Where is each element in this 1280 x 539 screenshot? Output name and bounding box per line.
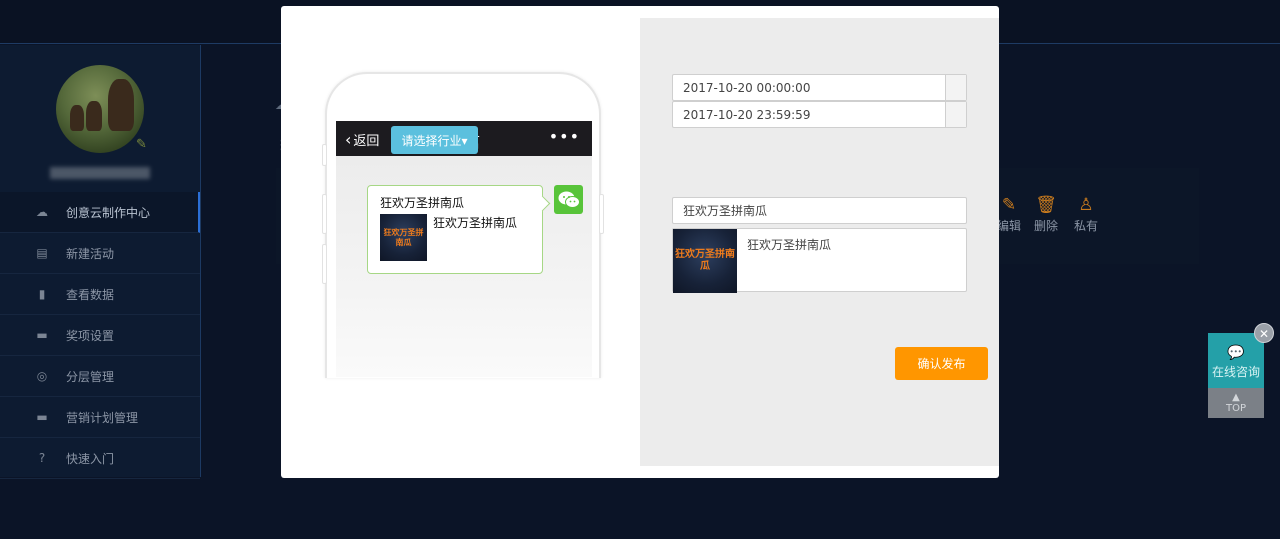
sidebar-item-prize-settings[interactable]: ▬ 奖项设置 xyxy=(0,315,200,356)
chat-bubble-icon: 💬 xyxy=(1227,345,1245,361)
message-title: 狂欢万圣拼南瓜 xyxy=(380,196,465,210)
phone-side-button xyxy=(322,144,327,166)
online-consult-button[interactable]: 💬 在线咨询 xyxy=(1208,333,1264,388)
wechat-glyph xyxy=(558,191,580,208)
message-description: 狂欢万圣拼南瓜 xyxy=(433,216,518,230)
end-time-value: 2017-10-20 23:59:59 xyxy=(683,107,811,122)
start-time-value: 2017-10-20 00:00:00 xyxy=(683,80,811,95)
share-image-thumbnail[interactable]: 狂欢万圣拼南瓜 xyxy=(673,229,737,293)
select-industry-label: 请选择行业▾ xyxy=(401,133,468,148)
close-consult-button[interactable]: ✕ xyxy=(1254,323,1274,343)
select-industry-button[interactable]: 请选择行业▾ xyxy=(391,126,478,154)
phone-side-button xyxy=(599,194,604,234)
arrow-up-icon: ▲ xyxy=(1232,392,1240,403)
delete-action[interactable]: 🗑 删除 xyxy=(1026,195,1066,234)
username-blurred xyxy=(50,167,150,179)
phone-side-button xyxy=(322,244,327,284)
briefcase-icon: ▬ xyxy=(36,410,48,424)
back-to-top-button[interactable]: ▲ TOP xyxy=(1208,388,1264,418)
sidebar-item-label: 奖项设置 xyxy=(66,328,115,343)
avatar-bear xyxy=(86,101,102,131)
sidebar-item-marketing-plan[interactable]: ▬ 营销计划管理 xyxy=(0,397,200,438)
edit-action-label: 编辑 xyxy=(996,219,1021,233)
question-circle-icon: ? xyxy=(38,451,46,465)
award-icon: ◎ xyxy=(36,369,48,383)
wechat-logo-icon xyxy=(554,185,583,214)
clipboard-icon: ▤ xyxy=(36,246,48,260)
share-title-value: 狂欢万圣拼南瓜 xyxy=(683,204,768,218)
avatar[interactable] xyxy=(56,65,144,153)
sidebar-item-label: 新建活动 xyxy=(66,246,115,261)
edit-avatar-icon[interactable]: ✎ xyxy=(136,137,147,152)
sidebar-item-new-activity[interactable]: ▤ 新建活动 xyxy=(0,233,200,274)
phone-screen: ‹ 返回 微信 ••• 狂欢万圣拼南瓜 狂欢万圣拼南瓜 狂欢万圣拼南瓜 xyxy=(336,121,592,377)
sidebar-item-layer-management[interactable]: ◎ 分层管理 xyxy=(0,356,200,397)
trash-icon: 🗑 xyxy=(1035,195,1057,215)
sidebar: ✎ ☁ 创意云制作中心 ▤ 新建活动 ▮ 查看数据 ▬ 奖项设置 ◎ 分层管理 … xyxy=(0,45,201,479)
confirm-publish-label: 确认发布 xyxy=(917,357,966,371)
user-icon: ♙ xyxy=(1078,195,1094,215)
thumbnail-text: 狂欢万圣拼南瓜 xyxy=(383,228,424,247)
book-icon: ▮ xyxy=(38,287,46,301)
sidebar-item-quick-start[interactable]: ? 快速入门 xyxy=(0,438,200,479)
message-thumbnail: 狂欢万圣拼南瓜 xyxy=(380,214,427,261)
back-to-top-label: TOP xyxy=(1225,403,1246,414)
private-action[interactable]: ♙ 私有 xyxy=(1066,195,1106,234)
private-action-label: 私有 xyxy=(1073,219,1098,233)
online-consult-widget[interactable]: 💬 在线咨询 ▲ TOP xyxy=(1208,333,1264,418)
gift-box-icon: ▬ xyxy=(36,328,48,342)
cloud-upload-icon: ☁ xyxy=(36,205,48,219)
sidebar-item-label: 查看数据 xyxy=(66,287,115,302)
sidebar-item-label: 创意云制作中心 xyxy=(66,205,151,220)
calendar-icon[interactable] xyxy=(945,102,966,127)
sidebar-menu: ☁ 创意云制作中心 ▤ 新建活动 ▮ 查看数据 ▬ 奖项设置 ◎ 分层管理 ▬ … xyxy=(0,192,200,479)
avatar-bear xyxy=(70,105,84,131)
share-description-box[interactable]: 狂欢万圣拼南瓜 狂欢万圣拼南瓜 xyxy=(672,228,967,293)
delete-action-label: 删除 xyxy=(1033,219,1058,233)
sidebar-item-label: 分层管理 xyxy=(66,369,115,384)
start-time-input[interactable]: 2017-10-20 00:00:00 xyxy=(672,74,967,101)
avatar-bear xyxy=(108,79,134,131)
thumbnail-text: 狂欢万圣拼南瓜 xyxy=(675,249,735,272)
more-icon[interactable]: ••• xyxy=(549,127,580,146)
sidebar-item-label: 快速入门 xyxy=(66,451,115,466)
share-title-input[interactable]: 狂欢万圣拼南瓜 xyxy=(672,197,967,224)
calendar-icon[interactable] xyxy=(945,75,966,100)
share-message-bubble: 狂欢万圣拼南瓜 狂欢万圣拼南瓜 狂欢万圣拼南瓜 xyxy=(367,185,543,274)
sidebar-item-label: 营销计划管理 xyxy=(66,410,139,425)
online-consult-label: 在线咨询 xyxy=(1211,365,1260,379)
phone-side-button xyxy=(322,194,327,234)
sidebar-item-creative-center[interactable]: ☁ 创意云制作中心 xyxy=(0,192,200,233)
share-description-value: 狂欢万圣拼南瓜 xyxy=(747,238,832,252)
confirm-publish-button[interactable]: 确认发布 xyxy=(895,347,988,380)
sidebar-item-view-data[interactable]: ▮ 查看数据 xyxy=(0,274,200,315)
end-time-input[interactable]: 2017-10-20 23:59:59 xyxy=(672,101,967,128)
